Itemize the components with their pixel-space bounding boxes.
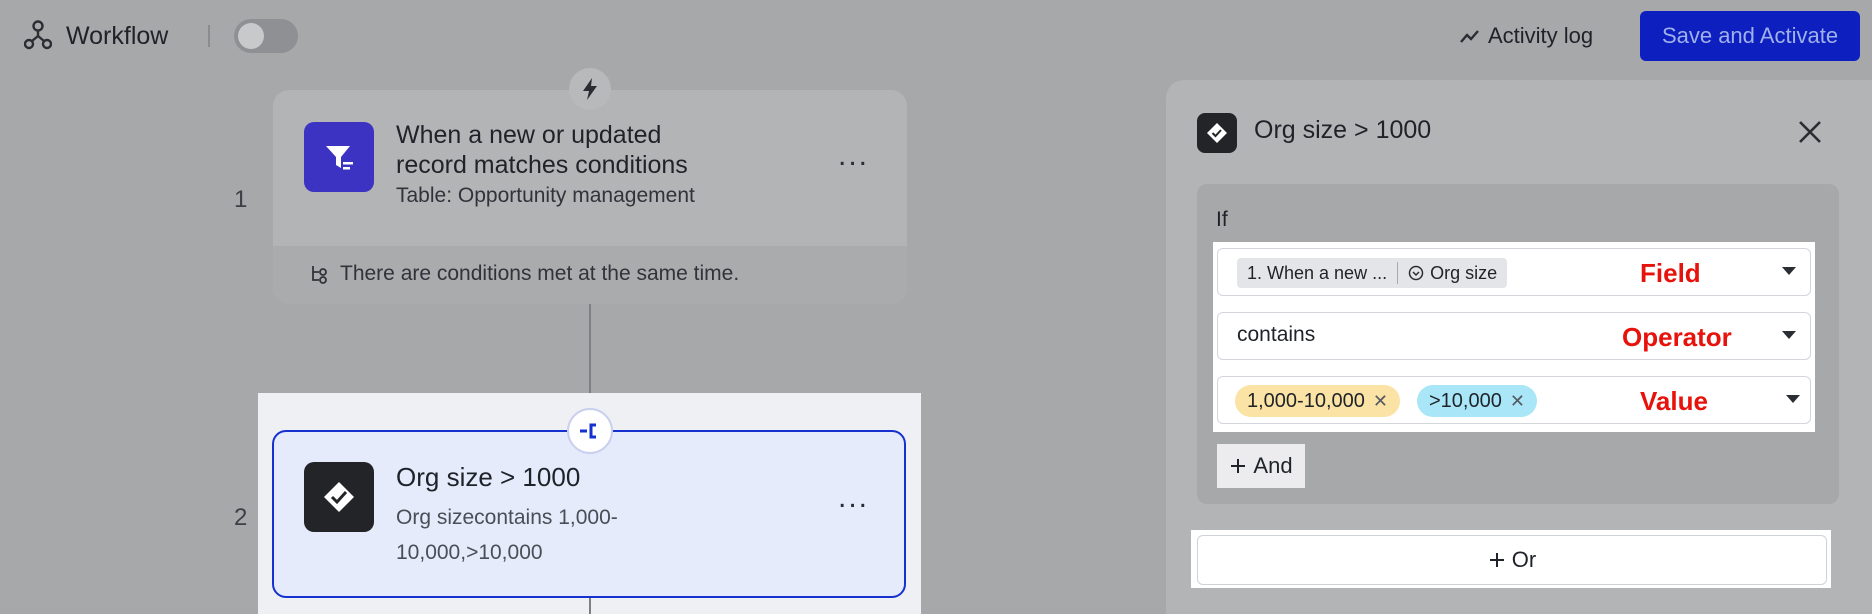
branch-tree-icon [312,266,327,284]
single-select-icon [1408,265,1424,281]
activate-toggle[interactable] [234,19,298,53]
toggle-knob [238,23,264,49]
if-label: If [1216,208,1228,231]
connector-line [589,304,591,394]
plus-icon [1231,459,1246,473]
value-tag: >10,000 ✕ [1417,385,1537,417]
trigger-subtitle: Table: Opportunity management [396,184,695,207]
trigger-footer: There are conditions met at the same tim… [310,262,739,286]
check-diamond-icon [304,462,374,532]
activity-log-label: Activity log [1488,23,1594,48]
trigger-title: When a new or updated record matches con… [396,121,688,179]
condition-subtitle: Org sizecontains 1,000-10,000,>10,000 [396,506,618,564]
bolt-icon [569,68,611,110]
chevron-down-icon [1782,331,1796,339]
more-menu-button[interactable]: ... [838,141,869,171]
chevron-down-icon [1782,267,1796,275]
chevron-down-icon [1786,395,1800,403]
connector-line [589,598,591,614]
and-label: And [1253,453,1293,478]
page-title: Workflow [66,22,169,50]
step-number: 2 [234,504,248,531]
trigger-footer-text: There are conditions met at the same tim… [340,262,740,285]
save-and-activate-button[interactable]: Save and Activate [1640,11,1860,61]
or-label: Or [1511,547,1537,572]
operator-annotation: Operator [1622,322,1732,352]
value-tag: 1,000-10,000 ✕ [1235,385,1400,417]
value-tag-label: 1,000-10,000 [1247,389,1365,412]
trend-icon [1460,30,1479,43]
condition-title: Org size > 1000 [396,462,581,492]
more-menu-button[interactable]: ... [838,483,869,513]
value-select[interactable]: 1,000-10,000 ✕ >10,000 ✕ Value [1217,376,1811,424]
field-source: 1. When a new ... [1247,262,1388,283]
value-annotation: Value [1640,386,1708,416]
remove-tag-icon[interactable]: ✕ [1510,391,1525,412]
remove-tag-icon[interactable]: ✕ [1373,391,1388,412]
add-and-button[interactable]: And [1217,444,1305,488]
field-select[interactable]: 1. When a new ... Org size Field [1217,248,1811,296]
operator-value: contains [1237,323,1316,346]
value-tag-label: >10,000 [1429,389,1502,412]
workflow-icon [24,20,52,50]
filter-icon [304,122,374,192]
field-chip: 1. When a new ... Org size [1237,258,1508,288]
operator-select[interactable]: contains Operator [1217,312,1811,360]
branch-icon[interactable] [567,408,613,454]
activity-log-button[interactable]: Activity log [1460,20,1593,52]
divider [208,25,210,47]
close-icon[interactable] [1794,116,1826,148]
field-name: Org size [1398,263,1507,284]
field-annotation: Field [1640,258,1701,288]
panel-title: Org size > 1000 [1254,116,1432,144]
plus-icon [1489,553,1504,567]
check-diamond-icon [1197,113,1237,153]
add-or-button[interactable]: Or [1197,535,1827,585]
field-name-label: Org size [1430,262,1498,283]
step-number: 1 [234,186,248,213]
